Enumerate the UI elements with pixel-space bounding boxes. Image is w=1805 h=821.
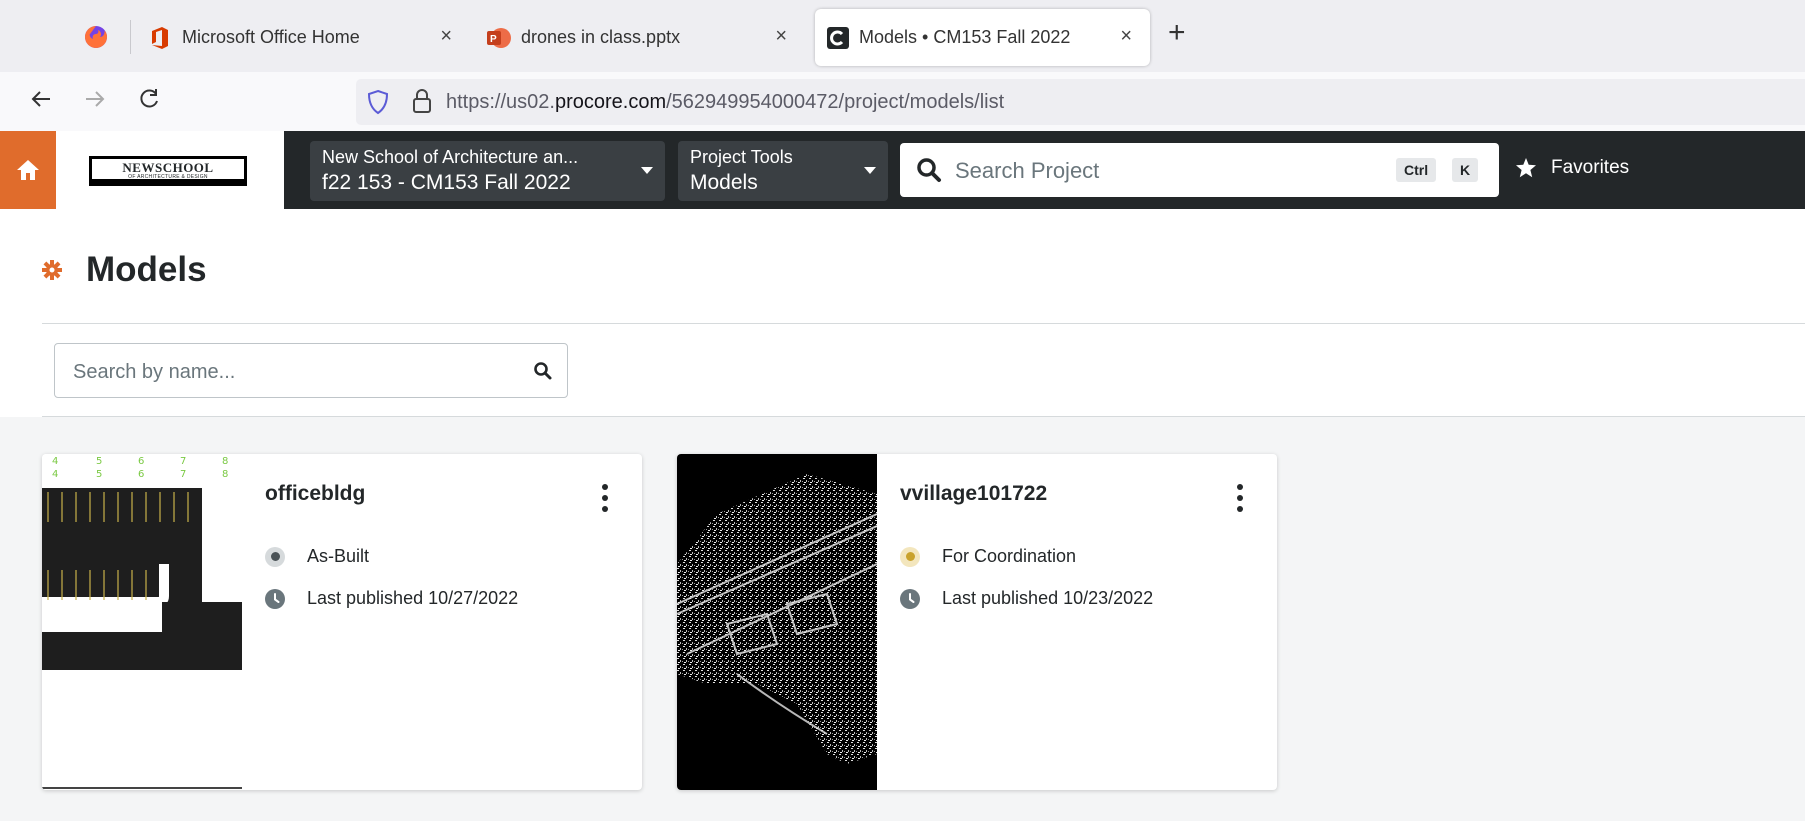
shortcut-key-k: K bbox=[1452, 158, 1479, 182]
grid-label: 8 bbox=[222, 456, 229, 467]
model-published: Last published 10/27/2022 bbox=[265, 588, 518, 609]
caret-down-icon bbox=[864, 167, 876, 174]
grid-label: 6 bbox=[138, 456, 145, 467]
company-name: New School of Architecture an... bbox=[322, 147, 579, 167]
grid-label: 5 bbox=[96, 469, 103, 480]
thumb-grid-labels: 4 5 6 7 8 4 5 6 7 8 bbox=[52, 454, 242, 484]
close-icon[interactable]: × bbox=[1120, 26, 1132, 46]
grid-label: 5 bbox=[96, 456, 103, 467]
lock-icon[interactable] bbox=[411, 88, 433, 119]
tab-title: drones in class.pptx bbox=[521, 27, 681, 47]
status-indicator-icon bbox=[900, 546, 920, 567]
search-icon[interactable] bbox=[533, 361, 553, 386]
url-path: /562949954000472/project/models/list bbox=[666, 91, 1005, 113]
model-card[interactable]: 4 5 6 7 8 4 5 6 7 8 officebldg As-Built … bbox=[42, 454, 642, 790]
published-date: Last published 10/23/2022 bbox=[942, 588, 1154, 608]
procore-header: NEWSCHOOL OF ARCHITECTURE & DESIGN New S… bbox=[0, 131, 1805, 209]
grid-label: 7 bbox=[180, 469, 187, 480]
clock-icon bbox=[265, 588, 285, 609]
grid-label: 4 bbox=[52, 469, 59, 480]
model-published: Last published 10/23/2022 bbox=[900, 588, 1153, 609]
search-icon bbox=[916, 157, 942, 188]
status-label: For Coordination bbox=[942, 546, 1077, 566]
model-card[interactable]: vvillage101722 For Coordination Last pub… bbox=[677, 454, 1277, 790]
model-status: For Coordination bbox=[900, 546, 1076, 567]
search-placeholder: Search by name... bbox=[73, 361, 236, 383]
status-label: As-Built bbox=[307, 546, 370, 566]
tab-models[interactable]: Models • CM153 Fall 2022 × bbox=[815, 9, 1150, 66]
grid-label: 4 bbox=[52, 456, 59, 467]
page-header: Models bbox=[42, 250, 207, 290]
clock-icon bbox=[900, 588, 920, 609]
current-tool: Models bbox=[690, 171, 758, 194]
search-placeholder: Search Project bbox=[955, 158, 1100, 183]
newschool-logo: NEWSCHOOL OF ARCHITECTURE & DESIGN bbox=[89, 156, 247, 186]
search-project-input[interactable]: Search Project Ctrl K bbox=[900, 143, 1499, 197]
home-button[interactable] bbox=[0, 131, 56, 209]
address-bar[interactable]: https://us02.procore.com/562949954000472… bbox=[356, 79, 1805, 125]
url-domain: procore.com bbox=[554, 91, 667, 113]
url-text[interactable]: https://us02.procore.com/562949954000472… bbox=[446, 91, 1004, 114]
grid-label: 8 bbox=[222, 469, 229, 480]
model-status: As-Built bbox=[265, 546, 369, 567]
forward-arrow-icon bbox=[86, 91, 105, 107]
project-name: f22 153 - CM153 Fall 2022 bbox=[322, 171, 571, 194]
reload-button[interactable] bbox=[136, 86, 162, 117]
model-thumbnail[interactable]: 4 5 6 7 8 4 5 6 7 8 bbox=[42, 454, 242, 790]
reload-icon bbox=[140, 89, 158, 108]
tab-separator bbox=[130, 20, 131, 54]
logo-underline bbox=[92, 179, 244, 183]
tab-drones-pptx[interactable]: P drones in class.pptx × bbox=[487, 9, 805, 66]
tab-title: Models • CM153 Fall 2022 bbox=[859, 27, 1071, 47]
grid-label: 7 bbox=[180, 456, 187, 467]
favorites-label: Favorites bbox=[1551, 157, 1630, 178]
close-icon[interactable]: × bbox=[775, 26, 787, 46]
company-project-selector[interactable]: New School of Architecture an... f22 153… bbox=[310, 141, 665, 201]
more-options-icon[interactable] bbox=[602, 484, 608, 514]
firefox-icon[interactable] bbox=[84, 25, 108, 49]
close-icon[interactable]: × bbox=[440, 26, 452, 46]
grid-label: 6 bbox=[138, 469, 145, 480]
tab-office-home[interactable]: Microsoft Office Home × bbox=[150, 9, 470, 66]
tools-label: Project Tools bbox=[690, 147, 793, 167]
search-by-name-input[interactable]: Search by name... bbox=[54, 343, 568, 398]
company-logo-area[interactable]: NEWSCHOOL OF ARCHITECTURE & DESIGN bbox=[56, 131, 284, 209]
published-date: Last published 10/27/2022 bbox=[307, 588, 519, 608]
tab-title: Microsoft Office Home bbox=[182, 27, 360, 47]
shortcut-key-ctrl: Ctrl bbox=[1396, 158, 1437, 182]
svg-text:P: P bbox=[490, 34, 497, 45]
powerpoint-icon: P bbox=[487, 27, 511, 49]
gear-icon bbox=[42, 260, 62, 280]
browser-nav-bar: https://us02.procore.com/562949954000472… bbox=[0, 72, 1805, 132]
model-name[interactable]: vvillage101722 bbox=[900, 482, 1047, 506]
home-icon bbox=[17, 160, 39, 180]
back-button[interactable] bbox=[28, 86, 54, 117]
status-indicator-icon bbox=[265, 546, 285, 567]
favorites-button[interactable]: Favorites bbox=[1515, 157, 1629, 179]
back-arrow-icon bbox=[31, 91, 50, 107]
shield-icon[interactable] bbox=[366, 89, 390, 120]
caret-down-icon bbox=[641, 167, 653, 174]
office-icon bbox=[150, 26, 170, 49]
new-tab-button[interactable]: + bbox=[1168, 18, 1186, 48]
browser-tab-bar: Microsoft Office Home × P drones in clas… bbox=[0, 0, 1805, 72]
procore-icon bbox=[827, 26, 849, 49]
project-tools-selector[interactable]: Project Tools Models bbox=[678, 141, 888, 201]
more-options-icon[interactable] bbox=[1237, 484, 1243, 514]
model-thumbnail[interactable] bbox=[677, 454, 877, 790]
star-icon bbox=[1516, 158, 1536, 178]
page-title: Models bbox=[86, 250, 207, 289]
divider bbox=[42, 323, 1805, 324]
url-prefix: https://us02. bbox=[446, 91, 555, 113]
forward-button[interactable] bbox=[82, 86, 108, 117]
model-name[interactable]: officebldg bbox=[265, 482, 365, 506]
